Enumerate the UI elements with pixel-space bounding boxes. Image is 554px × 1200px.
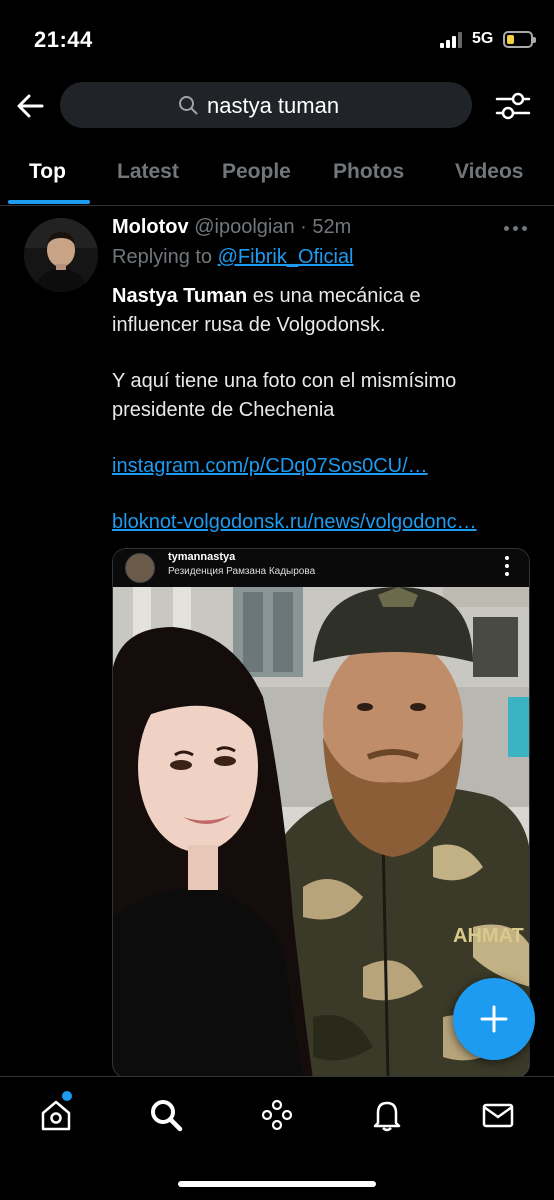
- tweet-text-line: Y aquí tiene una foto con el mismísimo: [112, 370, 457, 392]
- tweet-timestamp: · 52m: [300, 216, 352, 238]
- ig-location: Резиденция Рамзана Кадырова: [168, 566, 316, 577]
- compose-tweet-button[interactable]: [453, 978, 535, 1060]
- replying-prefix: Replying to: [112, 246, 218, 268]
- ig-more-icon: [505, 555, 511, 577]
- search-input[interactable]: nastya tuman: [60, 82, 472, 128]
- avatar[interactable]: [24, 218, 98, 292]
- shirt-text: AHMAT: [453, 925, 524, 947]
- tweet-text-span: es una mecánica e: [247, 285, 421, 307]
- back-button[interactable]: [12, 88, 48, 124]
- active-tab-indicator: [8, 200, 90, 204]
- tab-top[interactable]: Top: [29, 160, 66, 184]
- tab-people[interactable]: People: [222, 160, 291, 184]
- notifications-bell-icon: [373, 1101, 401, 1132]
- explore-search-icon: [151, 1100, 183, 1132]
- replying-to-line: Replying to @Fibrik_Oficial: [112, 246, 354, 269]
- tab-photos[interactable]: Photos: [333, 160, 404, 184]
- search-query: nastya tuman: [207, 93, 340, 118]
- bottom-navigation: [0, 1076, 554, 1200]
- network-type: 5G: [472, 30, 494, 47]
- messages-mail-icon: [482, 1103, 514, 1128]
- plus-icon: [480, 1005, 508, 1033]
- search-tabs: Top Latest People Photos Videos: [0, 140, 554, 206]
- home-icon: [41, 1100, 71, 1131]
- replying-mention-link[interactable]: @Fibrik_Oficial: [218, 246, 354, 268]
- new-content-dot: [62, 1091, 72, 1101]
- tweet-header: Molotov @ipoolgian · 52m: [112, 216, 351, 239]
- home-indicator: [178, 1181, 376, 1187]
- nav-explore[interactable]: [148, 1097, 184, 1133]
- status-bar: 21:44 5G: [0, 0, 554, 80]
- instagram-link[interactable]: instagram.com/p/CDq07Sos0CU/…: [112, 455, 428, 478]
- nav-home[interactable]: [38, 1097, 74, 1133]
- tab-latest[interactable]: Latest: [117, 160, 179, 184]
- signal-strength-icon: [440, 32, 466, 48]
- ellipsis-icon[interactable]: [504, 226, 530, 234]
- instagram-post-header: tymannastya Резиденция Рамзана Кадырова: [113, 549, 529, 587]
- bloknot-link[interactable]: bloknot-volgodonsk.ru/news/volgodonc…: [112, 511, 477, 534]
- search-filter-button[interactable]: [494, 88, 532, 124]
- sliders-icon: [495, 92, 531, 120]
- nav-notifications[interactable]: [369, 1097, 405, 1133]
- spaces-icon: [261, 1099, 293, 1131]
- status-time: 21:44: [34, 27, 93, 52]
- nav-spaces[interactable]: [259, 1097, 295, 1133]
- ig-avatar: [125, 553, 155, 583]
- tweet-text-line: influencer rusa de Volgodonsk.: [112, 314, 386, 336]
- avatar-image: [24, 218, 98, 292]
- tab-videos[interactable]: Videos: [455, 160, 523, 184]
- ig-username: tymannastya: [168, 551, 236, 563]
- author-handle[interactable]: @ipoolgian: [194, 216, 294, 238]
- arrow-left-icon: [17, 94, 44, 118]
- nav-messages[interactable]: [480, 1097, 516, 1133]
- tweet-bold-text: Nastya Tuman: [112, 285, 248, 307]
- search-icon: [179, 96, 198, 115]
- author-name[interactable]: Molotov: [112, 216, 189, 238]
- battery-icon: [503, 31, 536, 48]
- tweet-text-line: presidente de Chechenia: [112, 399, 335, 421]
- tweet-text-line: Nastya Tuman es una mecánica e: [112, 282, 532, 311]
